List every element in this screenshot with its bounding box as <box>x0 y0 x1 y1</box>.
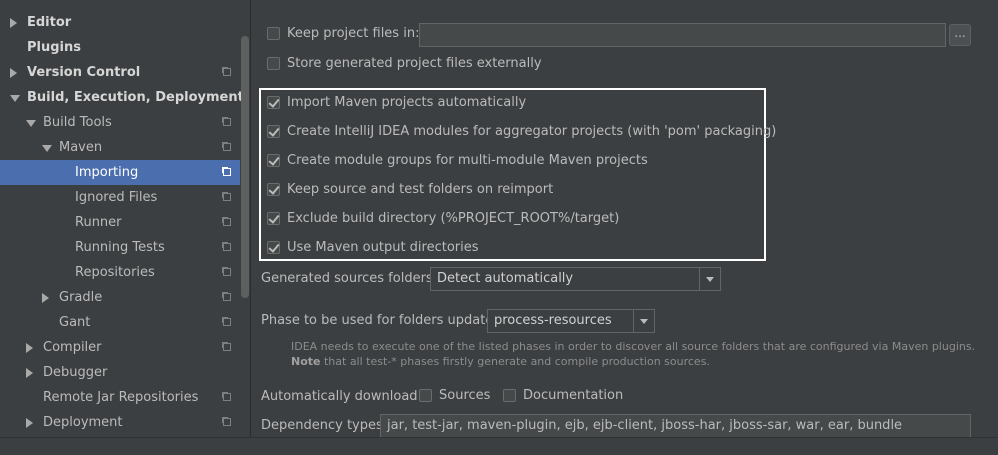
sidebar-item[interactable]: Repositories <box>0 260 240 285</box>
sidebar-item[interactable]: Plugins <box>0 35 240 60</box>
sidebar-item[interactable]: Build, Execution, Deployment <box>0 85 244 110</box>
maven-option-label: Exclude build directory (%PROJECT_ROOT%/… <box>287 211 620 226</box>
sidebar-item-label: Remote Jar Repositories <box>43 390 199 405</box>
chevron-right-icon[interactable] <box>10 68 17 78</box>
sidebar-item[interactable]: Build Tools <box>0 110 240 135</box>
sidebar-item[interactable]: Importing <box>0 160 240 185</box>
maven-option-label: Use Maven output directories <box>287 240 479 255</box>
documentation-box[interactable] <box>503 389 516 402</box>
chevron-down-icon[interactable] <box>699 268 720 290</box>
sidebar-item-label: Debugger <box>43 365 108 380</box>
phase-value: process-resources <box>494 313 612 328</box>
sidebar-item[interactable]: Compiler <box>0 335 240 360</box>
project-scope-icon <box>223 343 231 351</box>
project-scope-icon <box>223 393 231 401</box>
sources-box[interactable] <box>419 389 432 402</box>
project-files-path-input[interactable] <box>419 23 946 47</box>
checkbox-box[interactable] <box>267 212 280 225</box>
chevron-right-icon[interactable] <box>26 418 33 428</box>
generated-sources-combo[interactable]: Detect automatically <box>430 267 721 291</box>
project-scope-icon <box>223 418 231 426</box>
project-scope-icon <box>223 243 231 251</box>
sidebar-item-label: Ignored Files <box>75 190 158 205</box>
project-scope-icon <box>223 318 231 326</box>
sidebar-item[interactable]: Version Control <box>0 60 240 85</box>
project-scope-icon <box>223 143 231 151</box>
project-scope-icon <box>223 193 231 201</box>
sidebar-item[interactable]: Debugger <box>0 360 240 385</box>
dependency-types-label: Dependency types: <box>261 418 388 433</box>
maven-option-label: Keep source and test folders on reimport <box>287 182 554 197</box>
store-external-label: Store generated project files externally <box>287 56 542 71</box>
chevron-down-icon[interactable] <box>26 120 36 127</box>
phase-combo[interactable]: process-resources <box>487 309 655 333</box>
maven-option-label: Import Maven projects automatically <box>287 95 527 110</box>
generated-sources-label: Generated sources folders: <box>261 271 438 286</box>
chevron-down-icon[interactable] <box>10 95 20 102</box>
sidebar-item-label: Repositories <box>75 265 155 280</box>
phase-label: Phase to be used for folders update: <box>261 313 498 328</box>
generated-sources-value: Detect automatically <box>437 271 574 286</box>
checkbox-box[interactable] <box>267 241 280 254</box>
checkbox-box[interactable] <box>267 183 280 196</box>
sidebar-item-label: Importing <box>75 165 139 180</box>
project-scope-icon <box>223 118 231 126</box>
sidebar-item[interactable]: Ignored Files <box>0 185 240 210</box>
chevron-down-icon[interactable] <box>633 310 654 332</box>
chevron-right-icon[interactable] <box>10 18 17 28</box>
sidebar-item[interactable]: Runner <box>0 210 240 235</box>
phase-hint-line1: IDEA needs to execute one of the listed … <box>291 340 976 353</box>
sidebar-item-label: Gant <box>59 315 91 330</box>
checkbox-box[interactable] <box>267 96 280 109</box>
chevron-right-icon[interactable] <box>26 368 33 378</box>
sidebar-item-label: Gradle <box>59 290 103 305</box>
sidebar-item-label: Build Tools <box>43 115 112 130</box>
sidebar-item-label: Maven <box>59 140 103 155</box>
sidebar-item-label: Compiler <box>43 340 102 355</box>
sidebar-item[interactable]: Gant <box>0 310 240 335</box>
chevron-down-icon[interactable] <box>42 145 52 152</box>
chevron-right-icon[interactable] <box>42 293 49 303</box>
sidebar-item-label: Version Control <box>27 65 141 80</box>
settings-tree: Editor Plugins Version Control Build, Execu… <box>0 0 250 437</box>
keep-project-files-label: Keep project files in: <box>287 26 420 41</box>
sidebar-scrollbar[interactable] <box>241 36 249 298</box>
project-scope-icon <box>223 68 231 76</box>
phase-hint-line2: Note that all test-* phases firstly gene… <box>291 355 710 368</box>
sidebar-item[interactable]: Gradle <box>0 285 240 310</box>
sidebar-item-label: Deployment <box>43 415 123 430</box>
sidebar-item-label: Running Tests <box>75 240 165 255</box>
checkbox-box[interactable] <box>267 125 280 138</box>
dependency-types-input[interactable]: jar, test-jar, maven-plugin, ejb, ejb-cl… <box>380 414 971 438</box>
sidebar-item[interactable]: Editor <box>0 10 240 35</box>
maven-option-label: Create IntelliJ IDEA modules for aggrega… <box>287 124 777 139</box>
sidebar-item-label: Build, Execution, Deployment <box>27 90 244 105</box>
sidebar-item-label: Runner <box>75 215 122 230</box>
browse-button[interactable]: ... <box>949 24 971 46</box>
auto-download-label: Automatically download: <box>261 389 422 404</box>
sidebar-item-label: Plugins <box>27 40 81 55</box>
project-scope-icon <box>223 218 231 226</box>
chevron-right-icon[interactable] <box>26 343 33 353</box>
keep-project-files-box[interactable] <box>267 27 280 40</box>
sources-label: Sources <box>439 388 491 403</box>
bottom-strip <box>0 437 998 455</box>
sidebar-item[interactable]: Maven <box>0 135 240 160</box>
hint-note: Note <box>291 355 321 368</box>
project-scope-icon <box>223 293 231 301</box>
project-scope-icon <box>223 168 231 176</box>
maven-option-label: Create module groups for multi-module Ma… <box>287 153 648 168</box>
checkbox-box[interactable] <box>267 154 280 167</box>
sidebar-item[interactable]: Deployment <box>0 410 240 435</box>
sidebar-item[interactable]: Running Tests <box>0 235 240 260</box>
hint-line2-text: that all test-* phases firstly generate … <box>320 355 710 368</box>
store-external-box[interactable] <box>267 57 280 70</box>
sidebar-item-label: Editor <box>27 15 72 30</box>
project-scope-icon <box>223 268 231 276</box>
documentation-label: Documentation <box>523 388 624 403</box>
sidebar-item[interactable]: Remote Jar Repositories <box>0 385 240 410</box>
